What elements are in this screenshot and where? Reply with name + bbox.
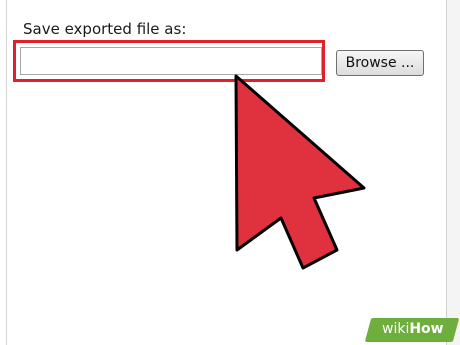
mouse-pointer-arrow-icon	[234, 74, 366, 270]
wikihow-watermark-text: wikiHow	[382, 321, 444, 337]
